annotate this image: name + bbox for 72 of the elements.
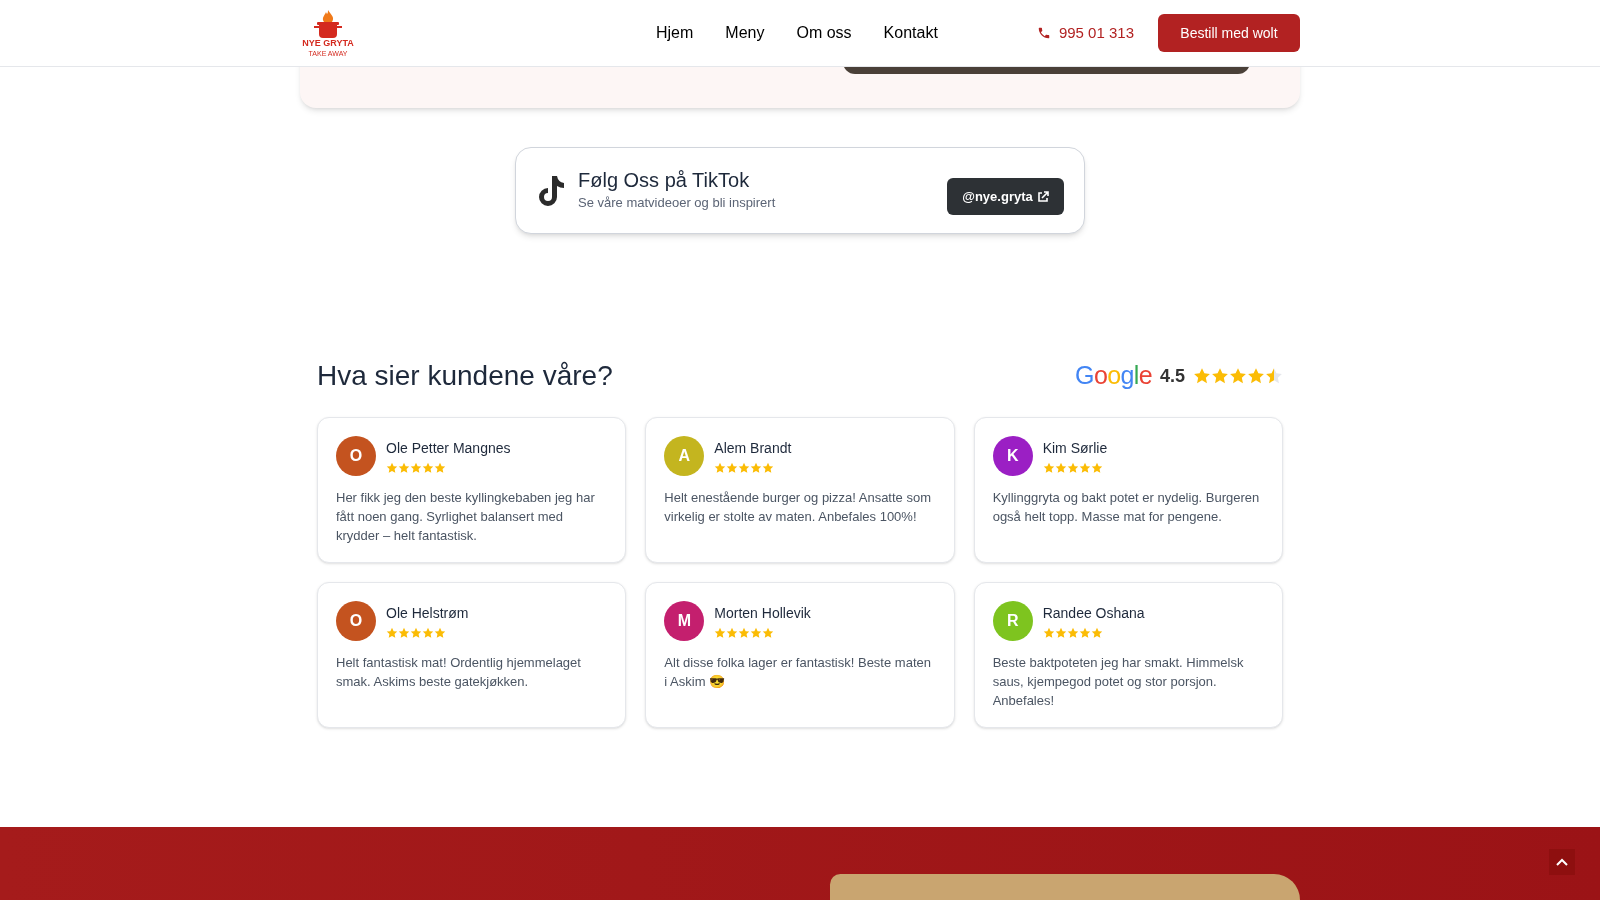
logo-name: NYE GRYTA — [302, 39, 354, 48]
star-icon — [434, 627, 446, 639]
star-icon — [1078, 627, 1091, 639]
reviewer-name: Randee Oshana — [1042, 604, 1145, 623]
star-icon — [726, 462, 739, 474]
star-icon — [1229, 367, 1247, 385]
star-icon — [738, 627, 751, 639]
star-icon — [750, 462, 763, 474]
star-icon — [762, 462, 775, 474]
reviewer-name: Morten Hollevik — [714, 604, 811, 623]
reviewer-name: Kim Sørlie — [1042, 439, 1108, 458]
star-icon — [386, 627, 398, 639]
star-icon — [398, 462, 410, 474]
tiktok-subtitle: Se våre matvideoer og bli inspirert — [578, 194, 776, 213]
star-icon — [422, 462, 434, 474]
phone-number-link[interactable]: 995 01 313 — [1058, 21, 1134, 45]
star-icon — [1054, 627, 1067, 639]
star-icon — [714, 627, 727, 639]
star-icon — [762, 627, 775, 639]
reviewer-name: Ole Helstrøm — [386, 604, 469, 623]
star-icon — [1042, 627, 1055, 639]
star-icon — [1066, 627, 1079, 639]
star-icon — [1193, 367, 1211, 385]
reviews-heading: Hva sier kundene våre? — [317, 359, 613, 393]
avatar: K — [992, 436, 1033, 476]
avatar: R — [992, 601, 1033, 641]
review-text: Alt disse folka lager er fantastisk! Beste maten i Askim 😎 — [664, 654, 932, 691]
review-text: Helt fantastisk mat! Ordentlig hjemmelaget smak. Askims beste gatekjøkken. — [336, 654, 582, 691]
reviewer-name: Alem Brandt — [714, 439, 792, 458]
music-note-icon — [536, 173, 566, 208]
star-icon — [386, 462, 398, 474]
star-icon — [1078, 462, 1091, 474]
external-link-icon — [1036, 190, 1049, 203]
avatar: O — [336, 601, 376, 641]
avatar: M — [664, 601, 705, 641]
star-icon — [422, 627, 434, 639]
star-icon — [714, 462, 727, 474]
tiktok-link-button[interactable]: @nye.gryta — [947, 178, 1064, 215]
nav-link[interactable]: Kontakt — [883, 21, 938, 45]
review-text: Beste baktpoteten jeg har smakt. Himmelsk saus, kjempegod potet og stor porsjon. Anbefales! — [992, 654, 1245, 710]
pot-flame-logo-icon — [314, 9, 342, 39]
star-icon — [1042, 462, 1055, 474]
nav-link[interactable]: Om oss — [796, 21, 852, 45]
star-icon — [726, 627, 739, 639]
star-icon — [1265, 367, 1283, 385]
scroll-to-top-button[interactable] — [1549, 849, 1575, 875]
nav-link[interactable]: Hjem — [656, 21, 694, 45]
star-icon — [1066, 462, 1079, 474]
google-rating: 4.5 — [1159, 364, 1185, 388]
star-icon — [1211, 367, 1229, 385]
star-icon — [1090, 627, 1103, 639]
nav-link[interactable]: Meny — [725, 21, 765, 45]
star-icon — [1054, 462, 1067, 474]
star-icon — [1247, 367, 1265, 385]
star-icon — [1090, 462, 1103, 474]
reviewer-name: Ole Petter Mangnes — [386, 439, 511, 458]
star-icon — [410, 462, 422, 474]
review-text: Helt enestående burger og pizza! Ansatte som virkelig er stolte av maten. Anbefales 100%! — [664, 489, 932, 526]
chevron-up-icon — [1556, 858, 1568, 866]
avatar: O — [336, 436, 376, 476]
phone-icon — [1036, 26, 1051, 40]
tiktok-title: Følg Oss på TikTok — [578, 168, 751, 194]
star-icon — [738, 462, 751, 474]
star-icon — [398, 627, 410, 639]
review-text: Kyllinggryta og bakt potet er nydelig. Burgeren også helt topp. Masse mat for pengene. — [992, 489, 1261, 526]
review-text: Her fikk jeg den beste kyllingkebaben jeg har fått noen gang. Syrlighet balansert med krydder – helt fantastisk. — [336, 489, 596, 545]
google-logo: Google — [1075, 360, 1152, 392]
order-button[interactable]: Bestill med wolt — [1158, 14, 1300, 52]
star-icon — [434, 462, 446, 474]
star-icon — [750, 627, 763, 639]
star-icon — [410, 627, 422, 639]
avatar: A — [664, 436, 705, 476]
